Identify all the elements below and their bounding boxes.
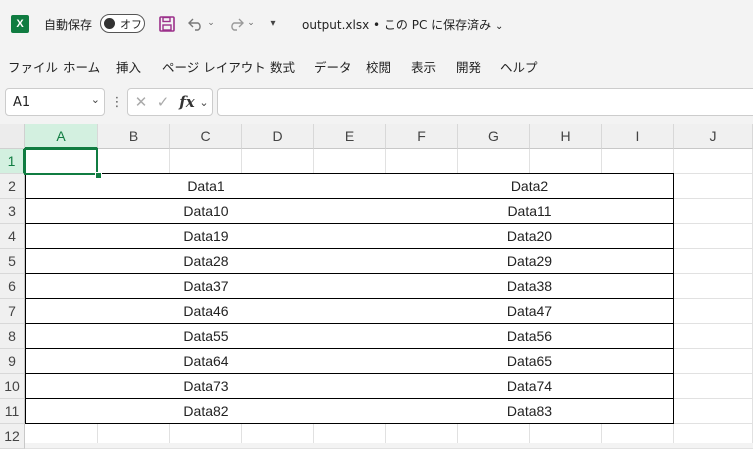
tab-data[interactable]: データ — [314, 57, 352, 76]
name-box[interactable]: A1 ⌄ — [5, 88, 105, 116]
table-cell[interactable]: Data65 — [386, 349, 674, 374]
file-name-text: output.xlsx • この PC に保存済み — [302, 18, 492, 32]
file-name[interactable]: output.xlsx • この PC に保存済み ⌄ — [302, 16, 503, 33]
table-cell[interactable]: Data29 — [386, 249, 674, 274]
table-cell[interactable]: Data73 — [25, 374, 387, 399]
undo-dropdown-icon[interactable]: ⌄ — [206, 16, 216, 30]
table-cell[interactable]: Data56 — [386, 324, 674, 349]
column-header-a[interactable]: A — [25, 124, 98, 149]
chevron-down-icon[interactable]: ⌄ — [91, 93, 100, 106]
row-header-3[interactable]: 3 — [0, 199, 25, 224]
redo-icon[interactable] — [226, 14, 246, 34]
formula-bar: A1 ⌄ ⋮ ✕ ✓ fx ⌄ — [0, 80, 753, 124]
row-header-5[interactable]: 5 — [0, 249, 25, 274]
row-header-7[interactable]: 7 — [0, 299, 25, 324]
autosave-label: 自動保存 — [44, 18, 93, 32]
row-header-11[interactable]: 11 — [0, 399, 25, 424]
column-header-b[interactable]: B — [98, 124, 170, 149]
table-cell[interactable]: Data64 — [25, 349, 387, 374]
redo-dropdown-icon[interactable]: ⌄ — [246, 16, 256, 30]
title-bar: X 自動保存 オフ ⌄ ⌄ ▾ output.xlsx • この PC に保存済… — [0, 0, 753, 48]
undo-icon[interactable] — [186, 14, 206, 34]
toggle-label: オフ — [120, 18, 142, 31]
column-header-j[interactable]: J — [674, 124, 753, 149]
ribbon-tabs: ファイル ホーム 挿入 ページ レイアウト 数式 データ 校閲 表示 開発 ヘル… — [0, 48, 753, 80]
save-icon[interactable] — [157, 14, 177, 34]
formula-buttons: ✕ ✓ fx ⌄ — [127, 88, 213, 116]
column-header-f[interactable]: F — [386, 124, 458, 149]
column-header-e[interactable]: E — [314, 124, 386, 149]
tab-insert[interactable]: 挿入 — [116, 57, 141, 76]
spreadsheet-grid[interactable]: A B C D E F G H I J 1 2 3 4 5 6 7 8 9 10 11 12 Data1 Data2 Data1… — [0, 124, 753, 449]
table-cell[interactable]: Data2 — [386, 173, 674, 199]
tab-developer[interactable]: 開発 — [456, 57, 481, 76]
row-header-9[interactable]: 9 — [0, 349, 25, 374]
column-header-h[interactable]: H — [530, 124, 602, 149]
function-icon[interactable]: fx — [178, 92, 196, 112]
tab-help[interactable]: ヘルプ — [500, 57, 538, 76]
table-cell[interactable]: Data83 — [386, 399, 674, 424]
cancel-icon[interactable]: ✕ — [132, 93, 150, 111]
table-cell[interactable]: Data19 — [25, 224, 387, 249]
excel-logo-icon: X — [11, 15, 29, 33]
tab-formulas[interactable]: 数式 — [270, 57, 295, 76]
select-all-corner[interactable] — [0, 124, 25, 149]
row-header-12[interactable]: 12 — [0, 424, 25, 449]
tab-file[interactable]: ファイル — [8, 57, 58, 76]
fill-handle[interactable] — [95, 172, 102, 179]
row-header-2[interactable]: 2 — [0, 174, 25, 199]
chevron-down-icon: ⌄ — [494, 21, 504, 32]
table-cell[interactable]: Data46 — [25, 299, 387, 324]
row-header-4[interactable]: 4 — [0, 224, 25, 249]
chevron-down-icon[interactable]: ⌄ — [198, 94, 210, 110]
table-cell[interactable]: Data11 — [386, 199, 674, 224]
quick-access-dropdown-icon[interactable]: ▾ — [266, 15, 280, 31]
column-header-d[interactable]: D — [242, 124, 314, 149]
table-cell[interactable]: Data10 — [25, 199, 387, 224]
row-header-8[interactable]: 8 — [0, 324, 25, 349]
column-header-c[interactable]: C — [170, 124, 242, 149]
tab-page-layout[interactable]: ページ レイアウト — [162, 57, 266, 76]
table-cell[interactable]: Data55 — [25, 324, 387, 349]
table-cell[interactable]: Data28 — [25, 249, 387, 274]
column-header-g[interactable]: G — [458, 124, 530, 149]
formula-input[interactable] — [217, 88, 753, 116]
more-options-icon[interactable]: ⋮ — [111, 93, 124, 111]
table-cell[interactable]: Data20 — [386, 224, 674, 249]
tab-view[interactable]: 表示 — [411, 57, 436, 76]
column-header-i[interactable]: I — [602, 124, 674, 149]
tab-home[interactable]: ホーム — [63, 57, 100, 76]
table-cell[interactable]: Data1 — [25, 173, 387, 199]
table-cell[interactable]: Data47 — [386, 299, 674, 324]
table-cell[interactable]: Data37 — [25, 274, 387, 299]
table-cell[interactable]: Data82 — [25, 399, 387, 424]
toggle-knob — [104, 18, 115, 29]
autosave-toggle[interactable]: オフ — [100, 14, 145, 33]
table-cell[interactable]: Data74 — [386, 374, 674, 399]
row-header-1[interactable]: 1 — [0, 149, 25, 174]
tab-review[interactable]: 校閲 — [366, 57, 391, 76]
row-header-10[interactable]: 10 — [0, 374, 25, 399]
row-header-6[interactable]: 6 — [0, 274, 25, 299]
enter-icon[interactable]: ✓ — [154, 93, 172, 111]
name-box-value: A1 — [13, 95, 31, 110]
selected-cell-a1[interactable] — [24, 148, 98, 175]
table-cell[interactable]: Data38 — [386, 274, 674, 299]
